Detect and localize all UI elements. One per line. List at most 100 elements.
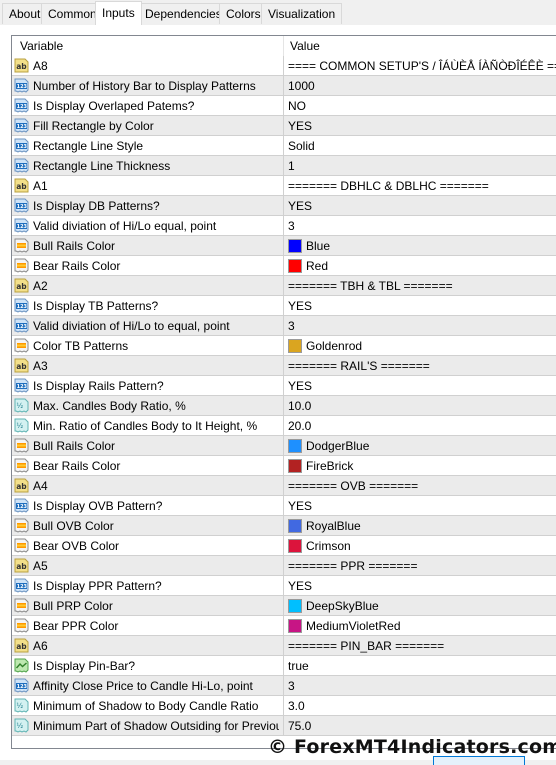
variable-value[interactable]: 3 bbox=[288, 219, 295, 233]
table-row[interactable]: 123 Rectangle Line Thickness 1 bbox=[12, 156, 556, 176]
table-row[interactable]: Color TB Patterns Goldenrod bbox=[12, 336, 556, 356]
table-row[interactable]: ½ Max. Candles Body Ratio, % 10.0 bbox=[12, 396, 556, 416]
variable-value[interactable]: DodgerBlue bbox=[288, 438, 369, 453]
table-row[interactable]: ab A4 ======= OVB ======= bbox=[12, 476, 556, 496]
table-row[interactable]: Bear OVB Color Crimson bbox=[12, 536, 556, 556]
variable-value[interactable]: Red bbox=[288, 258, 328, 273]
variable-value[interactable]: FireBrick bbox=[288, 458, 353, 473]
ok-button[interactable] bbox=[433, 756, 525, 765]
double-half-icon: ½ bbox=[14, 398, 29, 413]
variable-value[interactable]: ======= DBHLC & DBLHC ======= bbox=[288, 179, 489, 193]
table-row[interactable]: 123 Is Display OVB Pattern? YES bbox=[12, 496, 556, 516]
variable-value[interactable]: ==== COMMON SETUP'S / ÎÁÙÈÅ ÍÀÑÒÐÎÉÊÈ ==… bbox=[288, 59, 556, 73]
variable-value[interactable]: Goldenrod bbox=[288, 338, 362, 353]
value-text: 20.0 bbox=[288, 419, 312, 433]
table-row[interactable]: ab A5 ======= PPR ======= bbox=[12, 556, 556, 576]
variable-value[interactable]: 1000 bbox=[288, 79, 315, 93]
variable-value[interactable]: 1 bbox=[288, 159, 295, 173]
variable-name: Rectangle Line Style bbox=[33, 139, 144, 153]
column-divider bbox=[283, 156, 284, 175]
table-row[interactable]: Bull PRP Color DeepSkyBlue bbox=[12, 596, 556, 616]
table-row[interactable]: Is Display Pin-Bar? true bbox=[12, 656, 556, 676]
table-row[interactable]: 123 Valid diviation of Hi/Lo equal, point… bbox=[12, 216, 556, 236]
table-row[interactable]: 123 Number of History Bar to Display Patt… bbox=[12, 76, 556, 96]
table-row[interactable]: ab A8 ==== COMMON SETUP'S / ÎÁÙÈÅ ÍÀÑÒÐÎÉÊ… bbox=[12, 56, 556, 76]
table-row[interactable]: ab A3 ======= RAIL'S ======= bbox=[12, 356, 556, 376]
variable-value[interactable]: Crimson bbox=[288, 538, 351, 553]
variable-value[interactable]: ======= RAIL'S ======= bbox=[288, 359, 430, 373]
table-row[interactable]: 123 Fill Rectangle by Color YES bbox=[12, 116, 556, 136]
table-body: ab A8 ==== COMMON SETUP'S / ÎÁÙÈÅ ÍÀÑÒÐÎÉÊ… bbox=[12, 56, 556, 736]
variable-value[interactable]: 3.0 bbox=[288, 699, 305, 713]
variable-name: Affinity Close Price to Candle Hi-Lo, po… bbox=[33, 679, 253, 693]
table-row[interactable]: 123 Is Display Overlaped Patems? NO bbox=[12, 96, 556, 116]
column-divider bbox=[283, 56, 284, 75]
tab-visualization[interactable]: Visualization bbox=[261, 3, 343, 24]
variable-name: Bear PPR Color bbox=[33, 619, 119, 633]
table-row[interactable]: 123 Is Display TB Patterns? YES bbox=[12, 296, 556, 316]
variable-value[interactable]: DeepSkyBlue bbox=[288, 598, 379, 613]
table-row[interactable]: ½ Minimum of Shadow to Body Candle Ratio 3… bbox=[12, 696, 556, 716]
ab-string-icon: ab bbox=[14, 358, 29, 373]
tab-inputs[interactable]: Inputs bbox=[95, 1, 142, 25]
variable-value[interactable]: Blue bbox=[288, 238, 330, 253]
variable-value[interactable]: 20.0 bbox=[288, 419, 311, 433]
variable-value[interactable]: 75.0 bbox=[288, 719, 311, 733]
variable-value[interactable]: YES bbox=[288, 119, 312, 133]
column-divider bbox=[283, 676, 284, 695]
table-row[interactable]: 123 Affinity Close Price to Candle Hi-Lo,… bbox=[12, 676, 556, 696]
value-text: YES bbox=[288, 579, 313, 593]
table-row[interactable]: ½ Min. Ratio of Candles Body to It Height… bbox=[12, 416, 556, 436]
value-text: true bbox=[288, 659, 309, 673]
variable-value[interactable]: 3 bbox=[288, 679, 295, 693]
table-row[interactable]: 123 Valid diviation of Hi/Lo to equal, po… bbox=[12, 316, 556, 336]
color-icon bbox=[14, 238, 29, 253]
variable-value[interactable]: YES bbox=[288, 499, 312, 513]
value-text: DeepSkyBlue bbox=[306, 599, 379, 613]
variable-value[interactable]: YES bbox=[288, 199, 312, 213]
column-divider[interactable] bbox=[283, 36, 284, 56]
tab-dependencies[interactable]: Dependencies bbox=[138, 3, 229, 24]
table-row[interactable]: 123 Is Display Rails Pattern? YES bbox=[12, 376, 556, 396]
variable-value[interactable]: 3 bbox=[288, 319, 295, 333]
variable-name: Bull Rails Color bbox=[33, 439, 116, 453]
color-icon bbox=[14, 518, 29, 533]
table-row[interactable]: Bear Rails Color Red bbox=[12, 256, 556, 276]
variable-value[interactable]: Solid bbox=[288, 139, 315, 153]
table-row[interactable]: ab A1 ======= DBHLC & DBLHC ======= bbox=[12, 176, 556, 196]
table-row[interactable]: 123 Rectangle Line Style Solid bbox=[12, 136, 556, 156]
variable-value[interactable]: YES bbox=[288, 299, 312, 313]
variable-value[interactable]: NO bbox=[288, 99, 306, 113]
svg-text:123: 123 bbox=[17, 144, 28, 150]
value-text: 1000 bbox=[288, 79, 315, 93]
value-text: ==== COMMON SETUP'S / ÎÁÙÈÅ ÍÀÑÒÐÎÉÊÈ ==… bbox=[288, 59, 556, 73]
variable-value[interactable]: YES bbox=[288, 379, 312, 393]
table-row[interactable]: Bull OVB Color RoyalBlue bbox=[12, 516, 556, 536]
variable-value[interactable]: MediumVioletRed bbox=[288, 618, 401, 633]
column-divider bbox=[283, 496, 284, 515]
variable-value[interactable]: true bbox=[288, 659, 309, 673]
table-row[interactable]: 123 Is Display DB Patterns? YES bbox=[12, 196, 556, 216]
table-row[interactable]: Bull Rails Color DodgerBlue bbox=[12, 436, 556, 456]
svg-text:123: 123 bbox=[17, 204, 28, 210]
table-row[interactable]: Bear PPR Color MediumVioletRed bbox=[12, 616, 556, 636]
column-header-variable[interactable]: Variable bbox=[20, 39, 63, 53]
variable-value[interactable]: YES bbox=[288, 579, 312, 593]
table-row[interactable]: Bear Rails Color FireBrick bbox=[12, 456, 556, 476]
ab-string-icon: ab bbox=[14, 638, 29, 653]
table-row[interactable]: ½ Minimum Part of Shadow Outsiding for Pr… bbox=[12, 716, 556, 736]
value-text: RoyalBlue bbox=[306, 519, 361, 533]
variable-value[interactable]: 10.0 bbox=[288, 399, 311, 413]
variable-value[interactable]: ======= TBH & TBL ======= bbox=[288, 279, 453, 293]
value-text: MediumVioletRed bbox=[306, 619, 401, 633]
column-header-value[interactable]: Value bbox=[290, 39, 320, 53]
table-row[interactable]: ab A2 ======= TBH & TBL ======= bbox=[12, 276, 556, 296]
table-row[interactable]: 123 Is Display PPR Pattern? YES bbox=[12, 576, 556, 596]
variable-value[interactable]: ======= PPR ======= bbox=[288, 559, 417, 573]
variable-value[interactable]: ======= OVB ======= bbox=[288, 479, 418, 493]
variable-value[interactable]: ======= PIN_BAR ======= bbox=[288, 639, 444, 653]
svg-text:123: 123 bbox=[17, 584, 28, 590]
table-row[interactable]: ab A6 ======= PIN_BAR ======= bbox=[12, 636, 556, 656]
table-row[interactable]: Bull Rails Color Blue bbox=[12, 236, 556, 256]
variable-value[interactable]: RoyalBlue bbox=[288, 518, 361, 533]
